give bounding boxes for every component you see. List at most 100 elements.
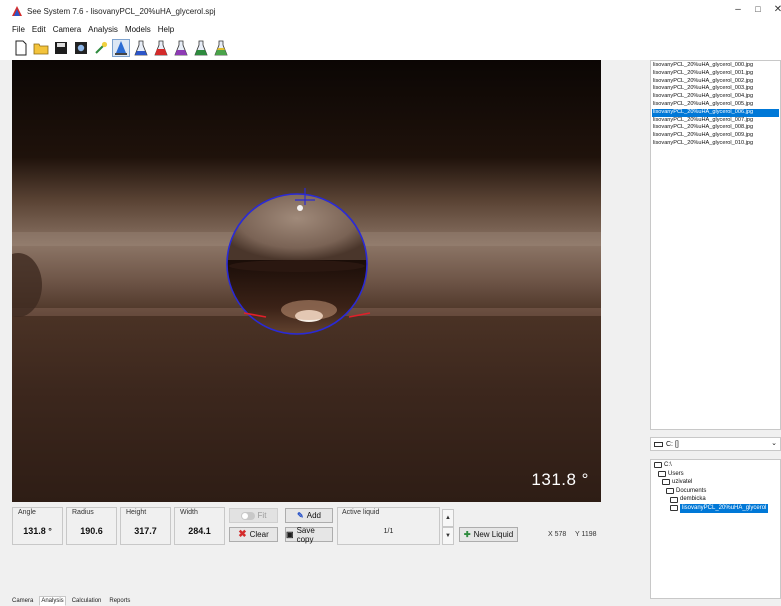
menu-file[interactable]: File — [12, 25, 25, 34]
file-list-item[interactable]: lisovanyPCL_20%uHA_glycerol_003.jpg — [652, 85, 779, 93]
file-list-item[interactable]: lisovanyPCL_20%uHA_glycerol_009.jpg — [652, 132, 779, 140]
tree-item[interactable]: uzivatel — [651, 478, 780, 487]
clear-x-icon: ✖ — [238, 529, 247, 540]
flask-red-button[interactable] — [152, 39, 170, 57]
height-value: 317.7 — [134, 526, 157, 536]
file-list-item[interactable]: lisovanyPCL_20%uHA_glycerol_006.jpg — [652, 108, 779, 117]
tree-item[interactable]: Documents — [651, 487, 780, 496]
flask-red-icon — [154, 40, 168, 56]
analysis-drop-icon — [115, 41, 127, 55]
flask-yellow-icon — [214, 40, 228, 56]
tree-item[interactable]: C:\ — [651, 461, 780, 470]
width-label: Width — [180, 509, 198, 516]
menu-models[interactable]: Models — [125, 25, 151, 34]
directory-tree[interactable]: C:\ Users uzivatel Documents dembicka lisovan… — [650, 459, 781, 599]
file-list-item[interactable]: lisovanyPCL_20%uHA_glycerol_007.jpg — [652, 117, 779, 125]
new-liquid-label: New Liquid — [473, 530, 514, 539]
maximize-button[interactable]: □ — [748, 4, 768, 14]
flask-yellow-button[interactable] — [212, 39, 230, 57]
height-label: Height — [126, 509, 147, 516]
save-copy-button[interactable]: ▣ Save copy — [285, 526, 333, 544]
active-liquid-panel: Active liquid 1/1 — [337, 507, 440, 545]
tab-reports[interactable]: Reports — [107, 596, 132, 606]
file-list-item[interactable]: lisovanyPCL_20%uHA_glycerol_001.jpg — [652, 70, 779, 78]
file-list-item[interactable]: lisovanyPCL_20%uHA_glycerol_005.jpg — [652, 101, 779, 109]
new-liquid-button[interactable]: ✚ New Liquid — [459, 527, 518, 542]
folder-icon — [670, 505, 678, 512]
fit-toggle-button[interactable]: Fit — [229, 508, 278, 523]
tree-item-label: uzivatel — [672, 479, 693, 486]
file-list[interactable]: lisovanyPCL_20%uHA_glycerol_000.jpg lisov… — [650, 60, 781, 430]
folder-icon — [654, 462, 662, 469]
flask-mixed-button[interactable] — [172, 39, 190, 57]
drive-select[interactable]: C: [] ⌄ — [650, 437, 781, 451]
minimize-button[interactable]: – — [728, 4, 748, 15]
camera-button[interactable] — [72, 39, 90, 57]
toggle-switch-icon — [240, 511, 255, 520]
clear-button[interactable]: ✖ Clear — [229, 527, 278, 542]
flask-blue-button[interactable] — [132, 39, 150, 57]
camera-icon — [75, 42, 87, 54]
wand-button[interactable] — [92, 39, 110, 57]
tree-item-label: lisovanyPCL_20%uHA_glycerol — [680, 503, 769, 513]
app-window: See System 7.6 - lisovanyPCL_20%uHA_glyc… — [0, 0, 781, 606]
add-label: Add — [306, 511, 321, 520]
drive-value: C: [] — [666, 440, 679, 448]
width-value: 284.1 — [188, 526, 211, 536]
flask-blue-icon — [134, 40, 148, 56]
width-readout: Width 284.1 — [174, 507, 225, 545]
angle-overlay: 131.8 ° — [531, 470, 589, 489]
chevron-down-icon: ⌄ — [771, 440, 777, 447]
analysis-button[interactable] — [112, 39, 130, 57]
tree-item-label: Documents — [676, 487, 707, 494]
cursor-x-readout: X 578 — [548, 531, 567, 538]
tree-item[interactable]: Users — [651, 470, 780, 479]
title-bar: See System 7.6 - lisovanyPCL_20%uHA_glyc… — [0, 0, 781, 22]
arrow-down-icon: ▼ — [445, 533, 451, 539]
tree-item[interactable]: dembicka — [651, 495, 780, 504]
save-disk-icon — [55, 42, 67, 54]
flask-green-button[interactable] — [192, 39, 210, 57]
new-liquid-icon: ✚ — [463, 530, 471, 539]
active-liquid-label: Active liquid — [342, 509, 380, 516]
close-button[interactable]: ✕ — [768, 4, 781, 15]
new-file-icon — [15, 40, 27, 56]
menu-analysis[interactable]: Analysis — [88, 25, 118, 34]
file-list-item[interactable]: lisovanyPCL_20%uHA_glycerol_004.jpg — [652, 93, 779, 101]
tree-item-label: Users — [668, 470, 684, 477]
tab-camera[interactable]: Camera — [10, 596, 35, 606]
liquid-spin-down-button[interactable]: ▼ — [442, 527, 454, 545]
tree-item[interactable]: lisovanyPCL_20%uHA_glycerol — [651, 503, 780, 513]
folder-icon — [658, 470, 666, 477]
menu-help[interactable]: Help — [158, 25, 174, 34]
wand-icon — [95, 41, 108, 54]
save-button[interactable] — [52, 39, 70, 57]
image-viewport[interactable]: 131.8 ° — [12, 60, 601, 502]
liquid-spin-up-button[interactable]: ▲ — [442, 509, 454, 527]
file-list-item[interactable]: lisovanyPCL_20%uHA_glycerol_008.jpg — [652, 124, 779, 132]
file-list-item[interactable]: lisovanyPCL_20%uHA_glycerol_010.jpg — [652, 140, 779, 148]
folder-icon — [670, 496, 678, 503]
open-folder-icon — [33, 43, 49, 55]
flask-mixed-icon — [174, 40, 188, 56]
file-list-item[interactable]: lisovanyPCL_20%uHA_glycerol_002.jpg — [652, 78, 779, 86]
height-readout: Height 317.7 — [120, 507, 171, 545]
new-file-button[interactable] — [12, 39, 30, 57]
bottom-tabs: Camera Analysis Calculation Reports — [10, 596, 136, 606]
pencil-icon: ✎ — [297, 511, 304, 520]
drop-image — [12, 60, 601, 502]
clear-label: Clear — [249, 530, 269, 539]
active-liquid-value: 1/1 — [383, 528, 394, 535]
angle-label: Angle — [18, 509, 36, 516]
tab-analysis[interactable]: Analysis — [39, 596, 66, 606]
file-list-item[interactable]: lisovanyPCL_20%uHA_glycerol_000.jpg — [652, 62, 779, 70]
toolbar — [0, 36, 781, 60]
menu-bar: File Edit Camera Analysis Models Help — [0, 22, 781, 36]
radius-label: Radius — [72, 509, 94, 516]
menu-edit[interactable]: Edit — [32, 25, 46, 34]
add-button[interactable]: ✎ Add — [285, 508, 333, 523]
menu-camera[interactable]: Camera — [53, 25, 81, 34]
angle-value: 131.8 ° — [23, 526, 52, 536]
open-folder-button[interactable] — [32, 39, 50, 57]
tab-calculation[interactable]: Calculation — [70, 596, 104, 606]
